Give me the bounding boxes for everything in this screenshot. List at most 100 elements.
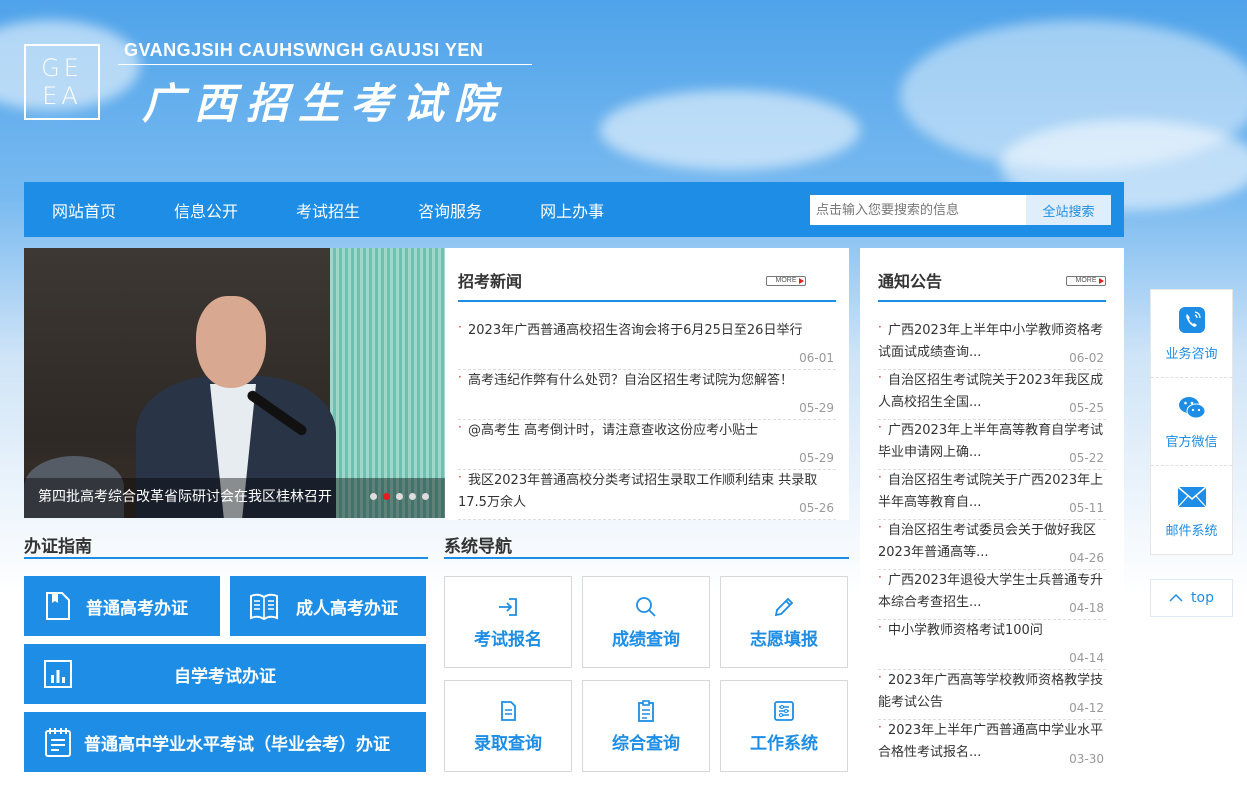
notice-date: 04-18	[1069, 601, 1104, 615]
tile-label: 考试报名	[474, 629, 542, 650]
notices-header: 通知公告 MORE	[878, 268, 1106, 302]
list-item[interactable]: · 广西2023年上半年中小学教师资格考试面试成绩查询... 06-02	[878, 320, 1106, 370]
back-to-top-label: top	[1191, 590, 1214, 606]
news-date: 05-29	[799, 401, 834, 415]
speaker-head	[196, 296, 266, 388]
list-item[interactable]: · 2023年广西高等学校教师资格教学技能考试公告 04-12	[878, 670, 1106, 720]
tile-exam-registration[interactable]: 考试报名	[444, 576, 572, 668]
news-title[interactable]: @高考生 高考倒计时，请注意查收这份应考小贴士	[468, 420, 836, 442]
cert-guide-header: 办证指南	[24, 522, 428, 559]
side-label: 邮件系统	[1165, 523, 1218, 539]
carousel-dot-active[interactable]	[383, 493, 390, 500]
notice-title[interactable]: 中小学教师资格考试100问	[878, 620, 1106, 642]
bullet-icon: ·	[458, 320, 462, 334]
clipboard-icon	[638, 699, 654, 722]
system-nav-title: 系统导航	[444, 537, 512, 557]
document-icon	[501, 700, 516, 721]
nav-item-online-service[interactable]: 网上办事	[540, 198, 604, 222]
nav-item-home[interactable]: 网站首页	[52, 198, 116, 222]
tile-admission-query[interactable]: 录取查询	[444, 680, 572, 772]
certificate-icon	[46, 592, 70, 620]
site-title-latin: GVANGJSIH CAUHSWNGH GAUJSI YEN	[124, 40, 484, 60]
notice-date: 04-12	[1069, 701, 1104, 715]
logo-row-bottom: EA	[42, 82, 82, 110]
search-input[interactable]	[810, 195, 1026, 225]
recruit-news-list: · 2023年广西普通高校招生咨询会将于6月25日至26日举行 06-01 · …	[458, 320, 836, 520]
site-logo[interactable]: GE EA	[24, 44, 100, 120]
news-carousel[interactable]: 第四批高考综合改革省际研讨会在我区桂林召开	[24, 248, 445, 518]
site-title-chinese: 广西招生考试院	[142, 79, 507, 128]
button-label: 普通高中学业水平考试（毕业会考）办证	[84, 734, 390, 755]
list-item[interactable]: · 自治区招生考试院关于2023年我区成人高校招生全国... 05-25	[878, 370, 1106, 420]
notice-date: 04-14	[1069, 651, 1104, 665]
search-button[interactable]: 全站搜索	[1026, 195, 1111, 225]
nav-item-exam-admission[interactable]: 考试招生	[296, 198, 360, 222]
list-item[interactable]: · 高考违纪作弊有什么处罚？自治区招生考试院为您解答！ 05-29	[458, 370, 836, 420]
chevron-up-icon	[1169, 593, 1183, 602]
recruit-news-header: 招考新闻 MORE	[458, 268, 836, 302]
button-label: 成人高考办证	[296, 598, 398, 619]
side-item-wechat[interactable]: 官方微信	[1151, 378, 1232, 466]
list-item[interactable]: · 2023年广西普通高校招生咨询会将于6月25日至26日举行 06-01	[458, 320, 836, 370]
list-item[interactable]: · 广西2023年上半年高等教育自学考试毕业申请网上确... 05-22	[878, 420, 1106, 470]
title-divider	[118, 64, 532, 65]
side-label: 官方微信	[1165, 435, 1218, 450]
settings-sliders-icon	[774, 700, 794, 721]
nav-item-consult-service[interactable]: 咨询服务	[418, 198, 482, 222]
tile-work-system[interactable]: 工作系统	[720, 680, 848, 772]
news-title[interactable]: 高考违纪作弊有什么处罚？自治区招生考试院为您解答！	[468, 370, 836, 392]
tile-score-query[interactable]: 成绩查询	[582, 576, 710, 668]
cert-guide-title: 办证指南	[24, 537, 92, 557]
sign-in-icon	[499, 597, 517, 616]
high-school-cert-button[interactable]: 普通高中学业水平考试（毕业会考）办证	[24, 712, 426, 772]
tile-comprehensive-query[interactable]: 综合查询	[582, 680, 710, 772]
system-nav-header: 系统导航	[444, 522, 849, 559]
list-item[interactable]: · 中小学教师资格考试100问 04-14	[878, 620, 1106, 670]
carousel-caption[interactable]: 第四批高考综合改革省际研讨会在我区桂林召开	[38, 486, 332, 506]
book-icon	[250, 593, 278, 621]
recruit-news-title: 招考新闻	[458, 272, 523, 291]
tile-label: 综合查询	[612, 733, 680, 754]
notice-date: 05-22	[1069, 451, 1104, 465]
recruit-news-more-button[interactable]: MORE	[766, 276, 806, 286]
list-item[interactable]: · 自治区招生考试院关于广西2023年上半年高等教育自... 05-11	[878, 470, 1106, 520]
carousel-dots	[370, 493, 429, 500]
notices-list: · 广西2023年上半年中小学教师资格考试面试成绩查询... 06-02 · 自…	[878, 320, 1106, 770]
carousel-dot[interactable]	[396, 493, 403, 500]
list-item[interactable]: · 广西2023年退役大学生士兵普通专升本综合考查招生... 04-18	[878, 570, 1106, 620]
tile-label: 录取查询	[474, 733, 542, 754]
side-floating-widget: 业务咨询 官方微信 邮件系统	[1150, 289, 1233, 555]
self-study-cert-button[interactable]: 自学考试办证	[24, 644, 426, 704]
logo-row-top: GE	[41, 54, 83, 82]
tile-volunteer-fill[interactable]: 志愿填报	[720, 576, 848, 668]
news-date: 05-26	[799, 501, 834, 515]
carousel-dot[interactable]	[370, 493, 377, 500]
news-date: 05-29	[799, 451, 834, 465]
gaokao-cert-button[interactable]: 普通高考办证	[24, 576, 220, 636]
nav-item-info-disclosure[interactable]: 信息公开	[174, 198, 238, 222]
side-item-business-consult[interactable]: 业务咨询	[1151, 290, 1232, 378]
search-icon	[636, 596, 656, 617]
list-item[interactable]: · 2023年上半年广西普通高中学业水平合格性考试报名... 03-30	[878, 720, 1106, 770]
cloud-decoration	[600, 90, 860, 170]
list-item[interactable]: · 我区2023年普通高校分类考试招生录取工作顺利结束 共录取17.5万余人 0…	[458, 470, 836, 520]
notice-date: 06-02	[1069, 351, 1104, 365]
notice-date: 05-25	[1069, 401, 1104, 415]
main-nav: 网站首页 信息公开 考试招生 咨询服务 网上办事 全站搜索	[24, 182, 1124, 237]
news-title[interactable]: 2023年广西普通高校招生咨询会将于6月25日至26日举行	[468, 320, 836, 342]
notice-date: 03-30	[1069, 752, 1104, 766]
back-to-top-button[interactable]: top	[1150, 579, 1233, 617]
list-item[interactable]: · @高考生 高考倒计时，请注意查收这份应考小贴士 05-29	[458, 420, 836, 470]
bullet-icon: ·	[458, 420, 462, 434]
news-date: 06-01	[799, 351, 834, 365]
carousel-dot[interactable]	[409, 493, 416, 500]
side-item-mail-system[interactable]: 邮件系统	[1151, 466, 1232, 554]
button-label: 自学考试办证	[174, 666, 276, 687]
notices-more-button[interactable]: MORE	[1066, 276, 1106, 286]
button-label: 普通高考办证	[86, 598, 188, 619]
carousel-dot[interactable]	[422, 493, 429, 500]
news-title[interactable]: 我区2023年普通高校分类考试招生录取工作顺利结束 共录取17.5万余人	[458, 470, 836, 514]
list-item[interactable]: · 自治区招生考试委员会关于做好我区2023年普通高等... 04-26	[878, 520, 1106, 570]
tile-label: 成绩查询	[612, 629, 680, 650]
adult-exam-cert-button[interactable]: 成人高考办证	[230, 576, 426, 636]
